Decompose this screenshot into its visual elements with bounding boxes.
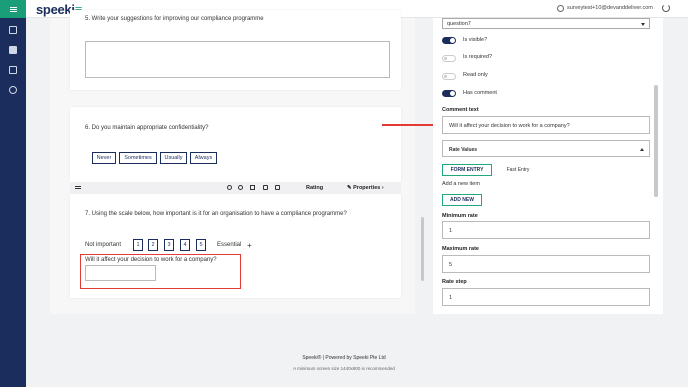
comment-text-input[interactable]: Will it affect your decision to work for… bbox=[442, 116, 650, 134]
edit-icon[interactable] bbox=[9, 66, 17, 74]
canvas-scrollbar[interactable] bbox=[421, 217, 424, 281]
user-icon bbox=[557, 5, 564, 12]
add-item-text: Add a new item bbox=[442, 181, 480, 187]
footer-note: A minimum screen size 1440x900 is recomm… bbox=[293, 366, 395, 371]
properties-button[interactable]: ✎ Properties › bbox=[347, 185, 384, 191]
question-title: 6. Do you maintain appropriate confident… bbox=[85, 125, 209, 131]
dashboard-icon[interactable] bbox=[9, 26, 17, 34]
rate-step-input[interactable]: 1 bbox=[442, 288, 650, 306]
required-label: Is required? bbox=[463, 54, 493, 60]
visibility-icon[interactable] bbox=[238, 185, 243, 190]
add-rate-button[interactable]: + bbox=[247, 241, 252, 250]
add-new-button[interactable]: ADD NEW bbox=[442, 194, 482, 206]
footer-copyright: Speeki® | Powered by Speeki Pte Ltd bbox=[302, 355, 386, 361]
choice-sometimes[interactable]: Sometimes bbox=[119, 152, 157, 164]
question-title: 5. Write your suggestions for improving … bbox=[85, 16, 264, 22]
visible-toggle[interactable] bbox=[442, 37, 456, 44]
sidebar bbox=[0, 0, 26, 387]
question-card-5[interactable]: 5. Write your suggestions for improving … bbox=[70, 10, 401, 90]
delete-icon[interactable] bbox=[275, 185, 280, 190]
max-rate-label: Maximum rate bbox=[442, 246, 479, 252]
annotation-arrow bbox=[382, 124, 438, 126]
rating-option-1[interactable]: 1 bbox=[133, 239, 143, 251]
choice-always[interactable]: Always bbox=[190, 152, 217, 164]
rate-values-accordion[interactable]: Rate Values bbox=[442, 140, 650, 157]
power-icon[interactable] bbox=[662, 4, 670, 12]
rating-option-2[interactable]: 2 bbox=[148, 239, 158, 251]
user-email[interactable]: surveytest+10@devanddeliver.com bbox=[567, 5, 653, 11]
choice-never[interactable]: Never bbox=[92, 152, 116, 164]
menu-icon[interactable] bbox=[0, 0, 26, 18]
choice-usually[interactable]: Usually bbox=[160, 152, 187, 164]
readonly-label: Read only bbox=[463, 72, 488, 78]
search-icon[interactable] bbox=[9, 86, 17, 94]
rating-option-5[interactable]: 5 bbox=[196, 239, 206, 251]
max-rate-input[interactable]: 5 bbox=[442, 255, 650, 273]
tab-fast-entry[interactable]: Fast Entry bbox=[498, 164, 538, 176]
answer-textarea[interactable] bbox=[85, 41, 390, 78]
min-rate-label: Minimum rate bbox=[442, 213, 478, 219]
settings-icon[interactable] bbox=[227, 185, 232, 190]
drag-handle-icon[interactable] bbox=[75, 186, 81, 187]
tab-form-entry[interactable]: FORM ENTRY bbox=[442, 164, 492, 176]
comment-toggle[interactable] bbox=[442, 90, 456, 97]
paint-icon[interactable] bbox=[250, 185, 255, 190]
rate-step-label: Rate step bbox=[442, 279, 467, 285]
min-rate-input[interactable]: 1 bbox=[442, 221, 650, 239]
rating-min-label: Not important bbox=[85, 242, 122, 248]
rating-option-4[interactable]: 4 bbox=[180, 239, 190, 251]
properties-panel: question7 Is visible? Is required? Read … bbox=[433, 18, 663, 314]
annotation-highlight bbox=[80, 254, 241, 289]
copy-icon[interactable] bbox=[263, 185, 268, 190]
panel-scrollbar[interactable] bbox=[654, 85, 658, 197]
readonly-toggle[interactable] bbox=[442, 73, 456, 80]
question-type-label[interactable]: Rating bbox=[306, 185, 323, 191]
comment-text-label: Comment text bbox=[442, 107, 479, 113]
rating-option-3[interactable]: 3 bbox=[164, 239, 174, 251]
rating-max-label: Essential bbox=[217, 242, 242, 248]
question-name-dropdown[interactable]: question7 bbox=[442, 18, 650, 29]
required-toggle[interactable] bbox=[442, 55, 456, 62]
comment-toggle-label: Has comment bbox=[463, 90, 497, 96]
visible-label: Is visible? bbox=[463, 37, 488, 43]
question-toolbar: Rating ✎ Properties › bbox=[70, 183, 401, 193]
question-card-6[interactable]: 6. Do you maintain appropriate confident… bbox=[70, 107, 401, 182]
surveys-icon[interactable] bbox=[9, 46, 17, 54]
question-title: 7. Using the scale below, how important … bbox=[85, 211, 347, 217]
